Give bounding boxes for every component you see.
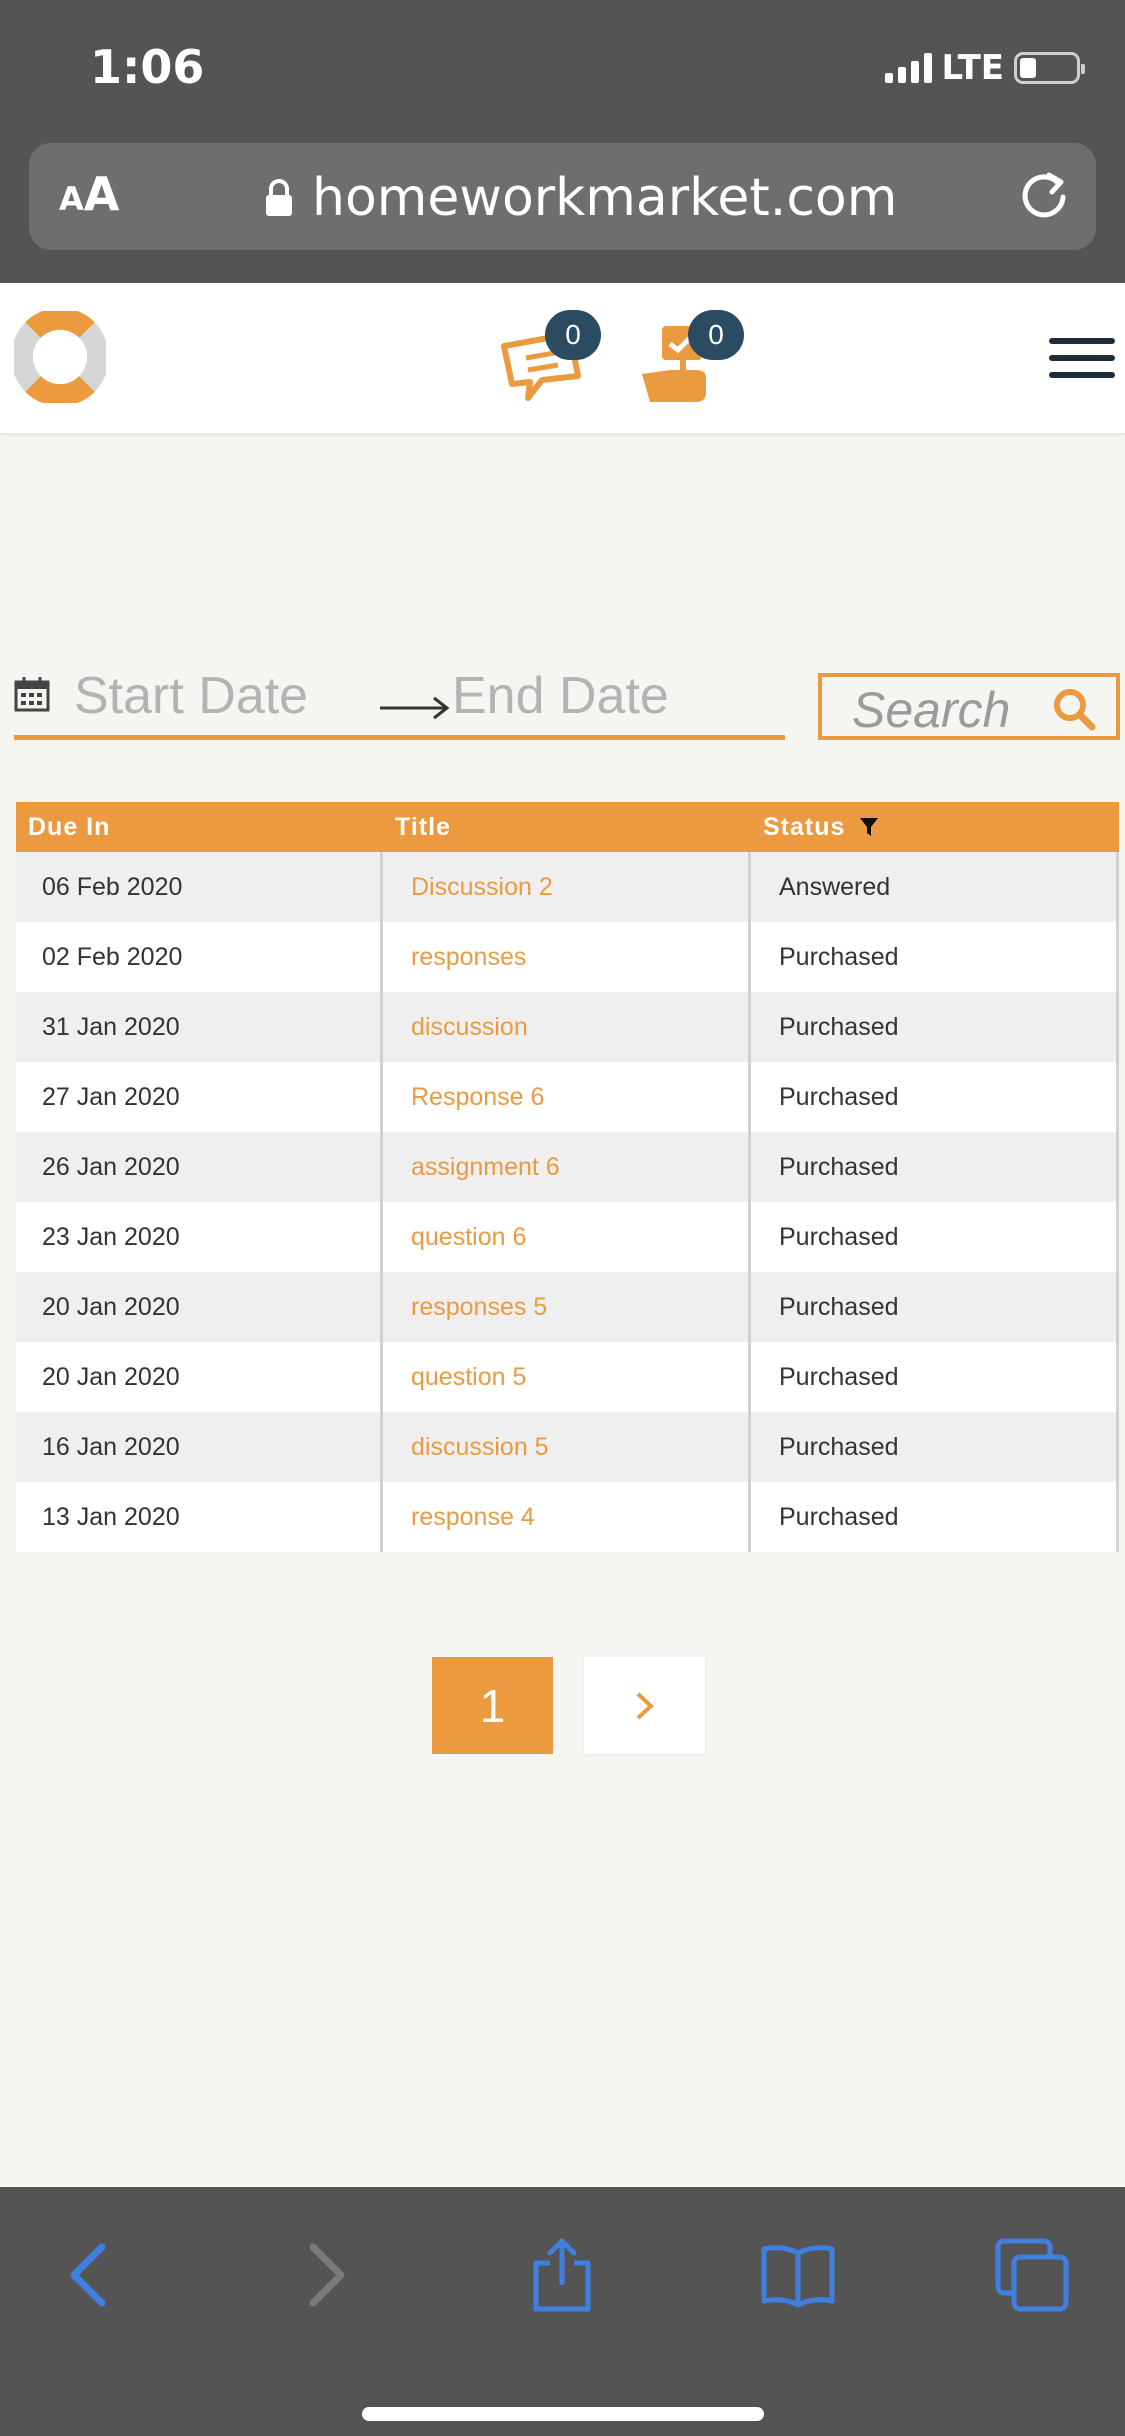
title-link[interactable]: responses xyxy=(383,922,751,992)
filter-icon[interactable] xyxy=(859,817,879,837)
due-cell: 16 Jan 2020 xyxy=(16,1412,383,1482)
hamburger-menu-icon[interactable] xyxy=(1049,338,1115,378)
lock-icon xyxy=(266,179,292,216)
status-cell: Purchased xyxy=(751,1062,1119,1132)
forward-icon[interactable] xyxy=(285,2235,365,2315)
share-icon[interactable] xyxy=(522,2235,602,2315)
start-date-input[interactable]: Start Date xyxy=(74,666,308,726)
text-size-label-small: A xyxy=(59,180,84,218)
status-cell: Purchased xyxy=(751,992,1119,1062)
title-link[interactable]: assignment 6 xyxy=(383,1132,751,1202)
due-cell: 02 Feb 2020 xyxy=(16,922,383,992)
chevron-right-icon xyxy=(636,1692,654,1719)
due-cell: 13 Jan 2020 xyxy=(16,1482,383,1552)
orders-count-badge: 0 xyxy=(688,310,744,360)
home-indicator[interactable] xyxy=(362,2407,764,2421)
search-icon[interactable] xyxy=(1052,687,1096,731)
due-cell: 06 Feb 2020 xyxy=(16,852,383,922)
next-page-button[interactable] xyxy=(584,1657,705,1754)
calendar-icon xyxy=(14,677,50,712)
title-link[interactable]: question 5 xyxy=(383,1342,751,1412)
due-cell: 20 Jan 2020 xyxy=(16,1272,383,1342)
due-cell: 26 Jan 2020 xyxy=(16,1132,383,1202)
back-icon[interactable] xyxy=(50,2235,130,2315)
date-range-filter[interactable]: Start Date End Date xyxy=(14,660,785,740)
text-size-button[interactable]: AA xyxy=(59,167,119,221)
search-box[interactable] xyxy=(818,673,1120,740)
status-time: 1:06 xyxy=(90,40,205,94)
column-header-title[interactable]: Title xyxy=(383,813,751,842)
end-date-input[interactable]: End Date xyxy=(452,666,669,726)
reload-icon[interactable] xyxy=(1014,165,1074,225)
title-link[interactable]: discussion xyxy=(383,992,751,1062)
network-label: LTE xyxy=(941,48,1004,88)
due-cell: 27 Jan 2020 xyxy=(16,1062,383,1132)
table-row: 20 Jan 2020 question 5 Purchased xyxy=(16,1342,1119,1412)
table-row: 31 Jan 2020 discussion Purchased xyxy=(16,992,1119,1062)
battery-icon xyxy=(1014,52,1085,84)
signal-icon xyxy=(884,53,932,83)
table-body: 06 Feb 2020 Discussion 2 Answered 02 Feb 2… xyxy=(16,852,1119,1552)
status-cell: Purchased xyxy=(751,1482,1119,1552)
due-cell: 20 Jan 2020 xyxy=(16,1342,383,1412)
orders-table: Due In Title Status 06 Feb 2020 Discussio… xyxy=(16,802,1119,1552)
search-input[interactable] xyxy=(852,685,1052,735)
address-field[interactable]: homeworkmarket.com xyxy=(264,168,897,228)
bookmarks-icon[interactable] xyxy=(758,2235,838,2315)
table-row: 26 Jan 2020 assignment 6 Purchased xyxy=(16,1132,1119,1202)
ios-status-and-url-area: 1:06 LTE AA homeworkmarket.com xyxy=(0,0,1125,283)
status-cell: Answered xyxy=(751,852,1119,922)
safari-url-bar[interactable]: AA homeworkmarket.com xyxy=(29,143,1096,250)
table-row: 13 Jan 2020 response 4 Purchased xyxy=(16,1482,1119,1552)
title-link[interactable]: Discussion 2 xyxy=(383,852,751,922)
site-header: 0 0 xyxy=(0,283,1125,433)
column-header-due[interactable]: Due In xyxy=(16,813,383,842)
status-cell: Purchased xyxy=(751,922,1119,992)
title-link[interactable]: discussion 5 xyxy=(383,1412,751,1482)
title-link[interactable]: question 6 xyxy=(383,1202,751,1272)
url-domain: homeworkmarket.com xyxy=(312,168,898,228)
title-link[interactable]: Response 6 xyxy=(383,1062,751,1132)
column-header-status[interactable]: Status xyxy=(751,813,1119,842)
table-header: Due In Title Status xyxy=(16,802,1119,852)
arrow-right-icon xyxy=(380,696,450,720)
safari-toolbar xyxy=(0,2187,1125,2436)
status-cell: Purchased xyxy=(751,1412,1119,1482)
pagination: 1 xyxy=(432,1657,705,1754)
logo-icon[interactable] xyxy=(14,311,106,403)
table-row: 02 Feb 2020 responses Purchased xyxy=(16,922,1119,992)
table-row: 06 Feb 2020 Discussion 2 Answered xyxy=(16,852,1119,922)
title-link[interactable]: responses 5 xyxy=(383,1272,751,1342)
column-header-title-label: Title xyxy=(395,812,451,841)
table-row: 20 Jan 2020 responses 5 Purchased xyxy=(16,1272,1119,1342)
status-indicators: LTE xyxy=(884,48,1085,88)
column-header-due-label: Due In xyxy=(28,812,111,841)
title-link[interactable]: response 4 xyxy=(383,1482,751,1552)
status-cell: Purchased xyxy=(751,1272,1119,1342)
due-cell: 31 Jan 2020 xyxy=(16,992,383,1062)
column-header-status-label: Status xyxy=(763,812,846,841)
due-cell: 23 Jan 2020 xyxy=(16,1202,383,1272)
page-1-button[interactable]: 1 xyxy=(432,1657,553,1754)
tabs-icon[interactable] xyxy=(992,2235,1072,2315)
table-row: 27 Jan 2020 Response 6 Purchased xyxy=(16,1062,1119,1132)
table-row: 23 Jan 2020 question 6 Purchased xyxy=(16,1202,1119,1272)
messages-count-badge: 0 xyxy=(545,310,601,360)
status-cell: Purchased xyxy=(751,1132,1119,1202)
status-cell: Purchased xyxy=(751,1342,1119,1412)
text-size-label-big: A xyxy=(83,167,120,221)
table-row: 16 Jan 2020 discussion 5 Purchased xyxy=(16,1412,1119,1482)
status-cell: Purchased xyxy=(751,1202,1119,1272)
